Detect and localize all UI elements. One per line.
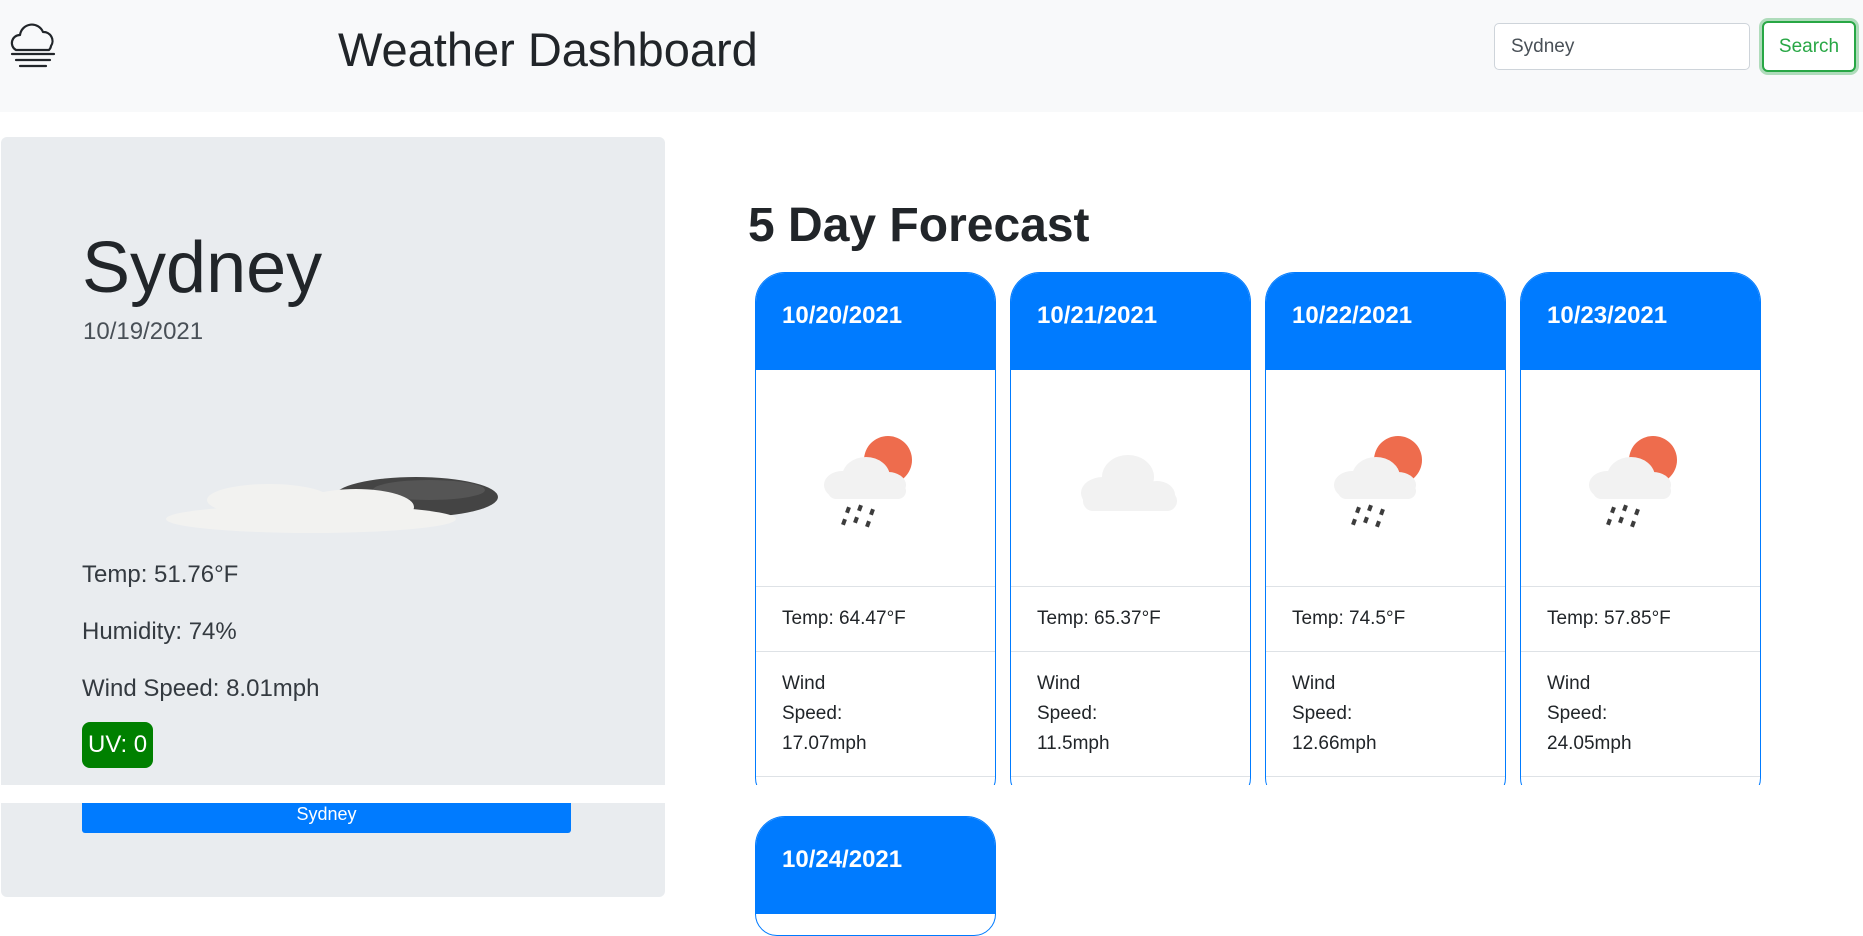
forecast-card: 10/20/2021 Temp: 64.47°F Wind Speed: 17.… bbox=[755, 272, 996, 800]
current-wind-speed: Wind Speed: 8.01mph bbox=[82, 675, 320, 702]
cloud-icon bbox=[1081, 455, 1177, 511]
forecast-temp: Temp: 65.37°F bbox=[1011, 587, 1250, 652]
forecast-date: 10/23/2021 bbox=[1521, 273, 1760, 370]
current-date: 10/19/2021 bbox=[83, 318, 204, 345]
forecast-card: 10/22/2021 Temp: 74.5°F Wind Speed: 12.6… bbox=[1265, 272, 1506, 800]
forecast-date: 10/24/2021 bbox=[756, 817, 995, 914]
uv-badge: UV: 0 bbox=[82, 722, 154, 768]
forecast-card: 10/21/2021 Temp: 65.37°F Wind Speed: 11.… bbox=[1010, 272, 1251, 800]
city-name: Sydney bbox=[82, 228, 323, 308]
navbar: Weather Dashboard Search bbox=[0, 0, 1863, 112]
rain-sun-icon bbox=[824, 436, 912, 528]
forecast-title: 5 Day Forecast bbox=[748, 199, 1090, 252]
forecast-temp: Temp: 57.85°F bbox=[1521, 587, 1760, 652]
forecast-wind-speed: Wind Speed: 24.05mph bbox=[1547, 673, 1632, 754]
forecast-temp: Temp: 64.47°F bbox=[756, 587, 995, 652]
partly-cloudy-night-icon bbox=[166, 477, 498, 533]
current-temp: Temp: 51.76°F bbox=[82, 561, 239, 588]
rain-sun-icon bbox=[1334, 436, 1422, 528]
forecast-row-clip bbox=[0, 785, 1863, 803]
fog-cloud-icon bbox=[10, 23, 56, 68]
rain-sun-icon bbox=[1589, 436, 1677, 528]
forecast-temp: Temp: 74.5°F bbox=[1266, 587, 1505, 652]
page-title: Weather Dashboard bbox=[338, 23, 758, 76]
forecast-date: 10/20/2021 bbox=[756, 273, 995, 370]
current-humidity: Humidity: 74% bbox=[82, 618, 237, 645]
search-input[interactable] bbox=[1494, 23, 1750, 70]
forecast-card: 10/23/2021 Temp: 57.85°F Wind Speed: 24.… bbox=[1520, 272, 1761, 800]
forecast-wind-speed: Wind Speed: 12.66mph bbox=[1292, 673, 1377, 754]
forecast-card: 10/24/2021 bbox=[755, 816, 996, 936]
forecast-date: 10/21/2021 bbox=[1011, 273, 1250, 370]
forecast-wind-speed: Wind Speed: 11.5mph bbox=[1037, 673, 1110, 754]
search-button[interactable]: Search bbox=[1762, 21, 1856, 72]
forecast-wind-speed: Wind Speed: 17.07mph bbox=[782, 673, 867, 754]
forecast-date: 10/22/2021 bbox=[1266, 273, 1505, 370]
current-weather-panel: Sydney 10/19/2021 Temp: 51.76°F Humidity… bbox=[1, 137, 665, 897]
